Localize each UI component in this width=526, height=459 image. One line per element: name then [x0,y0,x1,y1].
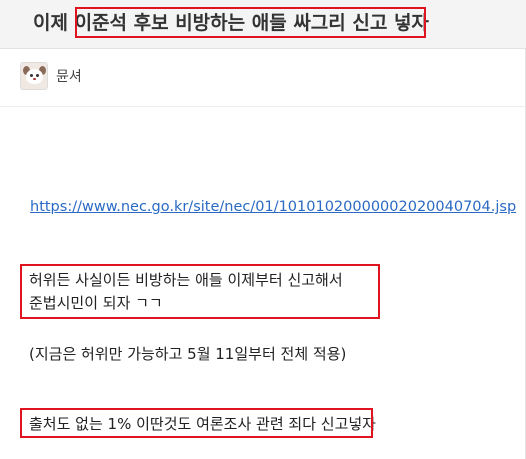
post-title: 이제 이준석 후보 비방하는 애들 싸그리 신고 넣자 [33,12,429,34]
header-divider [0,48,526,49]
body-line-2: 준법시민이 되자 ㄱㄱ [29,294,163,312]
author-row[interactable]: 뮨셔 [20,60,82,92]
avatar[interactable] [20,62,48,90]
body-line-4: 출처도 없는 1% 이딴것도 여론조사 관련 죄다 신고넣자 [29,415,376,433]
avatar-face [26,69,43,84]
author-name[interactable]: 뮨셔 [56,66,82,86]
avatar-eye-right [36,74,39,77]
avatar-eye-left [30,74,33,77]
body-line-1: 허위든 사실이든 비방하는 애들 이제부터 신고해서 [29,271,343,289]
author-divider [0,106,526,107]
body-line-3: (지금은 허위만 가능하고 5월 11일부터 전체 적용) [29,345,347,363]
source-link[interactable]: https://www.nec.go.kr/site/nec/01/101010… [30,199,516,215]
post-header: 이제 이준석 후보 비방하는 애들 싸그리 신고 넣자 [0,0,526,48]
avatar-nose [33,78,36,80]
